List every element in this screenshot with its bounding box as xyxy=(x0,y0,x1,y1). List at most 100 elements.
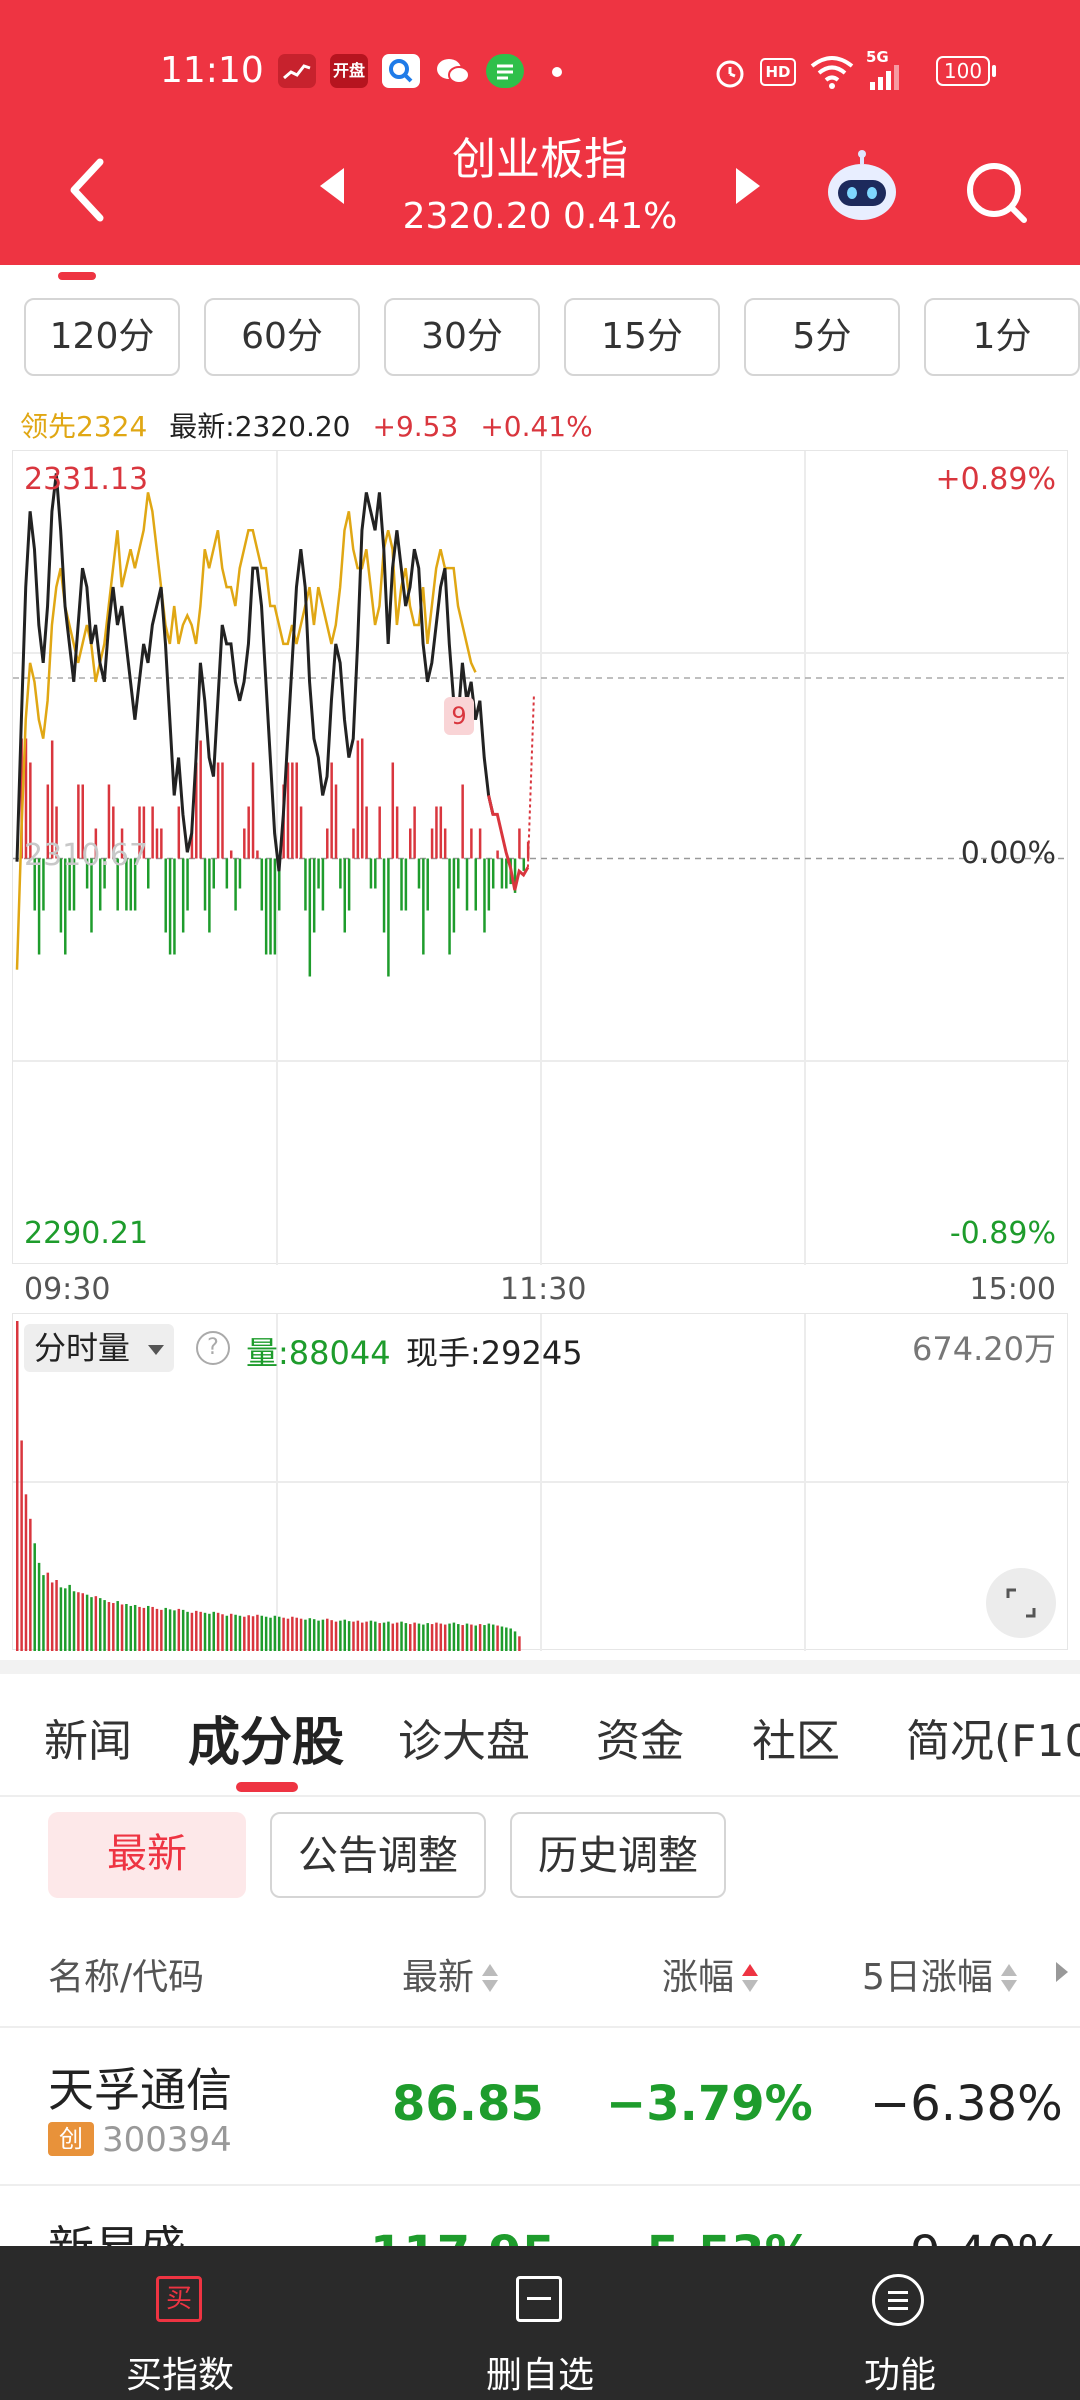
volume-bar xyxy=(94,1596,98,1651)
price-momentum-bar xyxy=(347,858,351,911)
price-momentum-bar xyxy=(247,806,250,859)
current-hand-number: 29245 xyxy=(480,1334,583,1372)
volume-bar xyxy=(90,1597,93,1651)
column-change[interactable]: 涨幅 xyxy=(662,1948,759,2000)
volume-bar xyxy=(360,1622,364,1651)
robot-assistant-icon[interactable] xyxy=(822,148,902,232)
table-row[interactable]: 新易盛 117.95 −5.53% −9.40% xyxy=(0,2186,1080,2246)
price-momentum-bar xyxy=(339,858,342,889)
volume-bar xyxy=(496,1625,499,1651)
price-momentum-bar xyxy=(269,858,272,955)
volume-bar xyxy=(225,1615,229,1651)
volume-bar xyxy=(112,1603,115,1651)
tab-constituents[interactable]: 成分股 xyxy=(188,1700,344,1775)
fullscreen-button[interactable] xyxy=(986,1568,1056,1638)
volume-bar xyxy=(474,1625,477,1651)
stock-chart-app-icon xyxy=(278,54,316,88)
stock-change-percent: −5.53% xyxy=(606,2226,813,2246)
price-momentum-bar xyxy=(216,762,220,859)
price-momentum-bar xyxy=(286,762,290,859)
volume-bar xyxy=(142,1607,146,1651)
table-row[interactable]: 天孚通信 创 300394 86.85 −3.79% −6.38% xyxy=(0,2028,1080,2184)
volume-bar xyxy=(417,1623,421,1651)
price-momentum-bar xyxy=(496,850,499,859)
volume-bar xyxy=(177,1608,181,1651)
help-icon[interactable]: ? xyxy=(196,1331,230,1365)
price-momentum-bar xyxy=(160,828,163,859)
intraday-chart[interactable] xyxy=(12,450,1069,1265)
alarm-icon xyxy=(712,54,748,94)
price-line-recent xyxy=(487,795,530,891)
price-momentum-bar xyxy=(177,806,181,859)
price-momentum-bar xyxy=(334,784,338,859)
tab-news[interactable]: 新闻 xyxy=(44,1705,132,1769)
volume-bar xyxy=(299,1618,303,1651)
price-momentum-bar xyxy=(360,738,364,859)
volume-bar xyxy=(55,1580,58,1651)
filter-announcement-button[interactable]: 公告调整 xyxy=(270,1812,486,1898)
price-momentum-bar xyxy=(317,858,320,889)
index-price-change: 2320.20 0.41% xyxy=(402,196,678,237)
price-momentum-bar xyxy=(387,858,390,977)
price-momentum-bar xyxy=(382,858,386,933)
period-15min-button[interactable]: 15分 xyxy=(564,298,720,376)
volume-bar xyxy=(483,1625,486,1651)
volume-bar xyxy=(317,1620,320,1651)
filter-history-button[interactable]: 历史调整 xyxy=(510,1812,726,1898)
tab-market-diagnosis[interactable]: 诊大盘 xyxy=(398,1705,530,1769)
volume-bar xyxy=(491,1624,495,1651)
period-1min-button[interactable]: 1分 xyxy=(924,298,1080,376)
price-line xyxy=(15,473,495,872)
functions-button[interactable]: 功能 xyxy=(720,2246,1080,2400)
tab-profile[interactable]: 简况(F10 xyxy=(906,1705,1080,1769)
remove-watchlist-button[interactable]: 删自选 xyxy=(360,2246,720,2400)
period-5min-button[interactable]: 5分 xyxy=(744,298,900,376)
price-momentum-bar xyxy=(273,858,277,955)
sort-icon xyxy=(1000,1962,1017,1996)
price-momentum-bar xyxy=(243,828,246,859)
price-momentum-bar xyxy=(173,858,176,955)
period-30min-button[interactable]: 30分 xyxy=(384,298,540,376)
tab-community[interactable]: 社区 xyxy=(752,1705,840,1769)
volume-bar xyxy=(24,1494,28,1651)
stock-latest-price: 86.85 xyxy=(392,2076,544,2132)
volume-bar xyxy=(120,1604,124,1651)
price-momentum-bar xyxy=(203,858,207,911)
buy-index-button[interactable]: 买 买指数 xyxy=(0,2246,360,2400)
volume-bar xyxy=(81,1593,84,1651)
period-60min-button[interactable]: 60分 xyxy=(204,298,360,376)
stock-code: 300394 xyxy=(102,2120,232,2160)
volume-bar xyxy=(243,1616,246,1651)
filter-latest-button[interactable]: 最新 xyxy=(48,1812,246,1898)
column-name-code: 名称/代码 xyxy=(48,1957,205,1998)
volume-type-select[interactable]: 分时量 xyxy=(24,1324,175,1372)
volume-bar xyxy=(382,1622,386,1651)
column-latest[interactable]: 最新 xyxy=(402,1948,499,2000)
price-momentum-bar xyxy=(435,806,438,859)
volume-bar xyxy=(147,1605,150,1651)
marker-connector xyxy=(526,695,535,868)
volume-bar xyxy=(518,1636,521,1651)
price-momentum-bar xyxy=(470,828,473,859)
stock-name: 新易盛 xyxy=(48,2212,186,2246)
volume-bar xyxy=(20,1440,23,1651)
volume-bar xyxy=(343,1619,346,1651)
price-momentum-bar xyxy=(264,858,268,955)
menu-icon xyxy=(872,2274,924,2326)
price-momentum-bar xyxy=(312,858,316,933)
volume-bar xyxy=(365,1621,368,1651)
price-momentum-bar xyxy=(491,858,495,889)
sort-desc-icon xyxy=(742,1962,759,1996)
period-120min-button[interactable]: 120分 xyxy=(24,298,180,376)
volume-bar xyxy=(391,1623,395,1651)
volume-bar xyxy=(64,1588,67,1651)
stock-5day-change: −6.38% xyxy=(870,2076,1063,2132)
battery-icon: 100 xyxy=(936,56,990,86)
search-icon[interactable] xyxy=(962,158,1032,232)
tab-capital[interactable]: 资金 xyxy=(596,1705,684,1769)
column-5day-change[interactable]: 5日涨幅 xyxy=(862,1948,1017,2000)
stock-name: 天孚通信 xyxy=(48,2063,232,2117)
back-button[interactable] xyxy=(60,150,120,230)
next-index-icon[interactable] xyxy=(736,168,760,204)
scroll-right-icon[interactable] xyxy=(1056,1962,1068,1982)
